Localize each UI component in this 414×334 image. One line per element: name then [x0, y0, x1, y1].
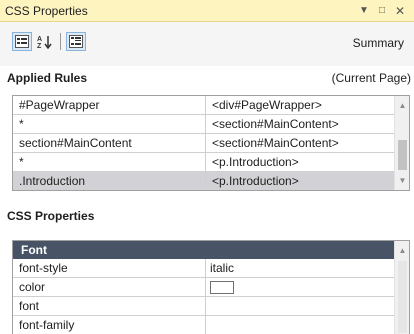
rule-element: <section#MainContent>	[212, 117, 339, 131]
color-swatch[interactable]	[210, 281, 234, 294]
css-properties-table: Font font-style italic color font font-f…	[13, 241, 395, 334]
scrollbar-thumb[interactable]	[398, 140, 407, 170]
alphabetical-sort-icon: A Z	[37, 35, 52, 49]
property-value[interactable]	[206, 278, 395, 296]
applied-rules-grid: #PageWrapper <div#PageWrapper> * <sectio…	[12, 95, 410, 191]
property-name: font-family	[13, 316, 206, 334]
panel-title: CSS Properties	[5, 3, 88, 18]
applied-rules-heading: Applied Rules	[7, 71, 88, 85]
title-bar: CSS Properties ▼ □ ✕	[0, 0, 414, 22]
table-row-selected[interactable]: .Introduction <p.Introduction>	[13, 172, 395, 190]
categorized-view-button[interactable]	[12, 32, 32, 51]
property-name: font-style	[13, 259, 206, 277]
alphabetical-sort-button[interactable]: A Z	[35, 32, 55, 51]
scroll-up-icon[interactable]: ▲	[395, 243, 409, 258]
table-row[interactable]: * <p.Introduction>	[13, 153, 395, 172]
rule-selector: #PageWrapper	[13, 96, 206, 114]
svg-text:A: A	[37, 36, 42, 43]
rule-selector: *	[13, 153, 206, 171]
property-row[interactable]: font	[13, 297, 395, 316]
table-row[interactable]: section#MainContent <section#MainContent…	[13, 134, 395, 153]
applied-rules-scrollbar[interactable]: ▲ ▼	[394, 96, 409, 190]
categorized-view-icon	[15, 35, 29, 48]
property-value[interactable]	[206, 316, 395, 334]
rule-selector: .Introduction	[13, 172, 206, 190]
close-icon[interactable]: ✕	[392, 4, 408, 18]
property-row[interactable]: color	[13, 278, 395, 297]
toolbar-separator	[60, 33, 61, 50]
maximize-icon[interactable]: □	[374, 5, 390, 16]
rule-element: <div#PageWrapper>	[212, 98, 322, 112]
applied-rules-table: #PageWrapper <div#PageWrapper> * <sectio…	[13, 96, 395, 190]
rule-selector: section#MainContent	[13, 134, 206, 152]
table-row[interactable]: #PageWrapper <div#PageWrapper>	[13, 96, 395, 115]
show-set-properties-button[interactable]	[66, 32, 86, 51]
property-name: color	[13, 278, 206, 296]
scroll-down-icon[interactable]: ▼	[395, 173, 409, 188]
svg-text:Z: Z	[37, 43, 42, 49]
applied-rules-header: Applied Rules (Current Page)	[0, 67, 414, 89]
rule-element: <p.Introduction>	[212, 155, 299, 169]
show-set-properties-icon	[69, 35, 83, 48]
property-value[interactable]	[206, 297, 395, 315]
dropdown-arrow-icon[interactable]: ▼	[356, 5, 372, 16]
property-row[interactable]: font-style italic	[13, 259, 395, 278]
css-properties-heading: CSS Properties	[7, 209, 95, 223]
css-properties-header: CSS Properties	[0, 205, 414, 227]
rule-element: <section#MainContent>	[212, 136, 339, 150]
property-row[interactable]: font-family	[13, 316, 395, 334]
category-header-font[interactable]: Font	[13, 241, 395, 259]
rule-element: <p.Introduction>	[212, 174, 299, 188]
css-properties-scrollbar[interactable]: ▲	[394, 241, 409, 334]
scroll-up-icon[interactable]: ▲	[395, 98, 409, 113]
rule-selector: *	[13, 115, 206, 133]
table-row[interactable]: * <section#MainContent>	[13, 115, 395, 134]
scrollbar-track[interactable]	[398, 261, 407, 333]
property-value[interactable]: italic	[206, 259, 395, 277]
summary-button[interactable]: Summary	[349, 32, 408, 54]
applied-rules-scope: (Current Page)	[331, 71, 411, 85]
toolbar: A Z Summary	[0, 22, 414, 66]
property-name: font	[13, 297, 206, 315]
css-properties-grid: Font font-style italic color font font-f…	[12, 240, 410, 334]
